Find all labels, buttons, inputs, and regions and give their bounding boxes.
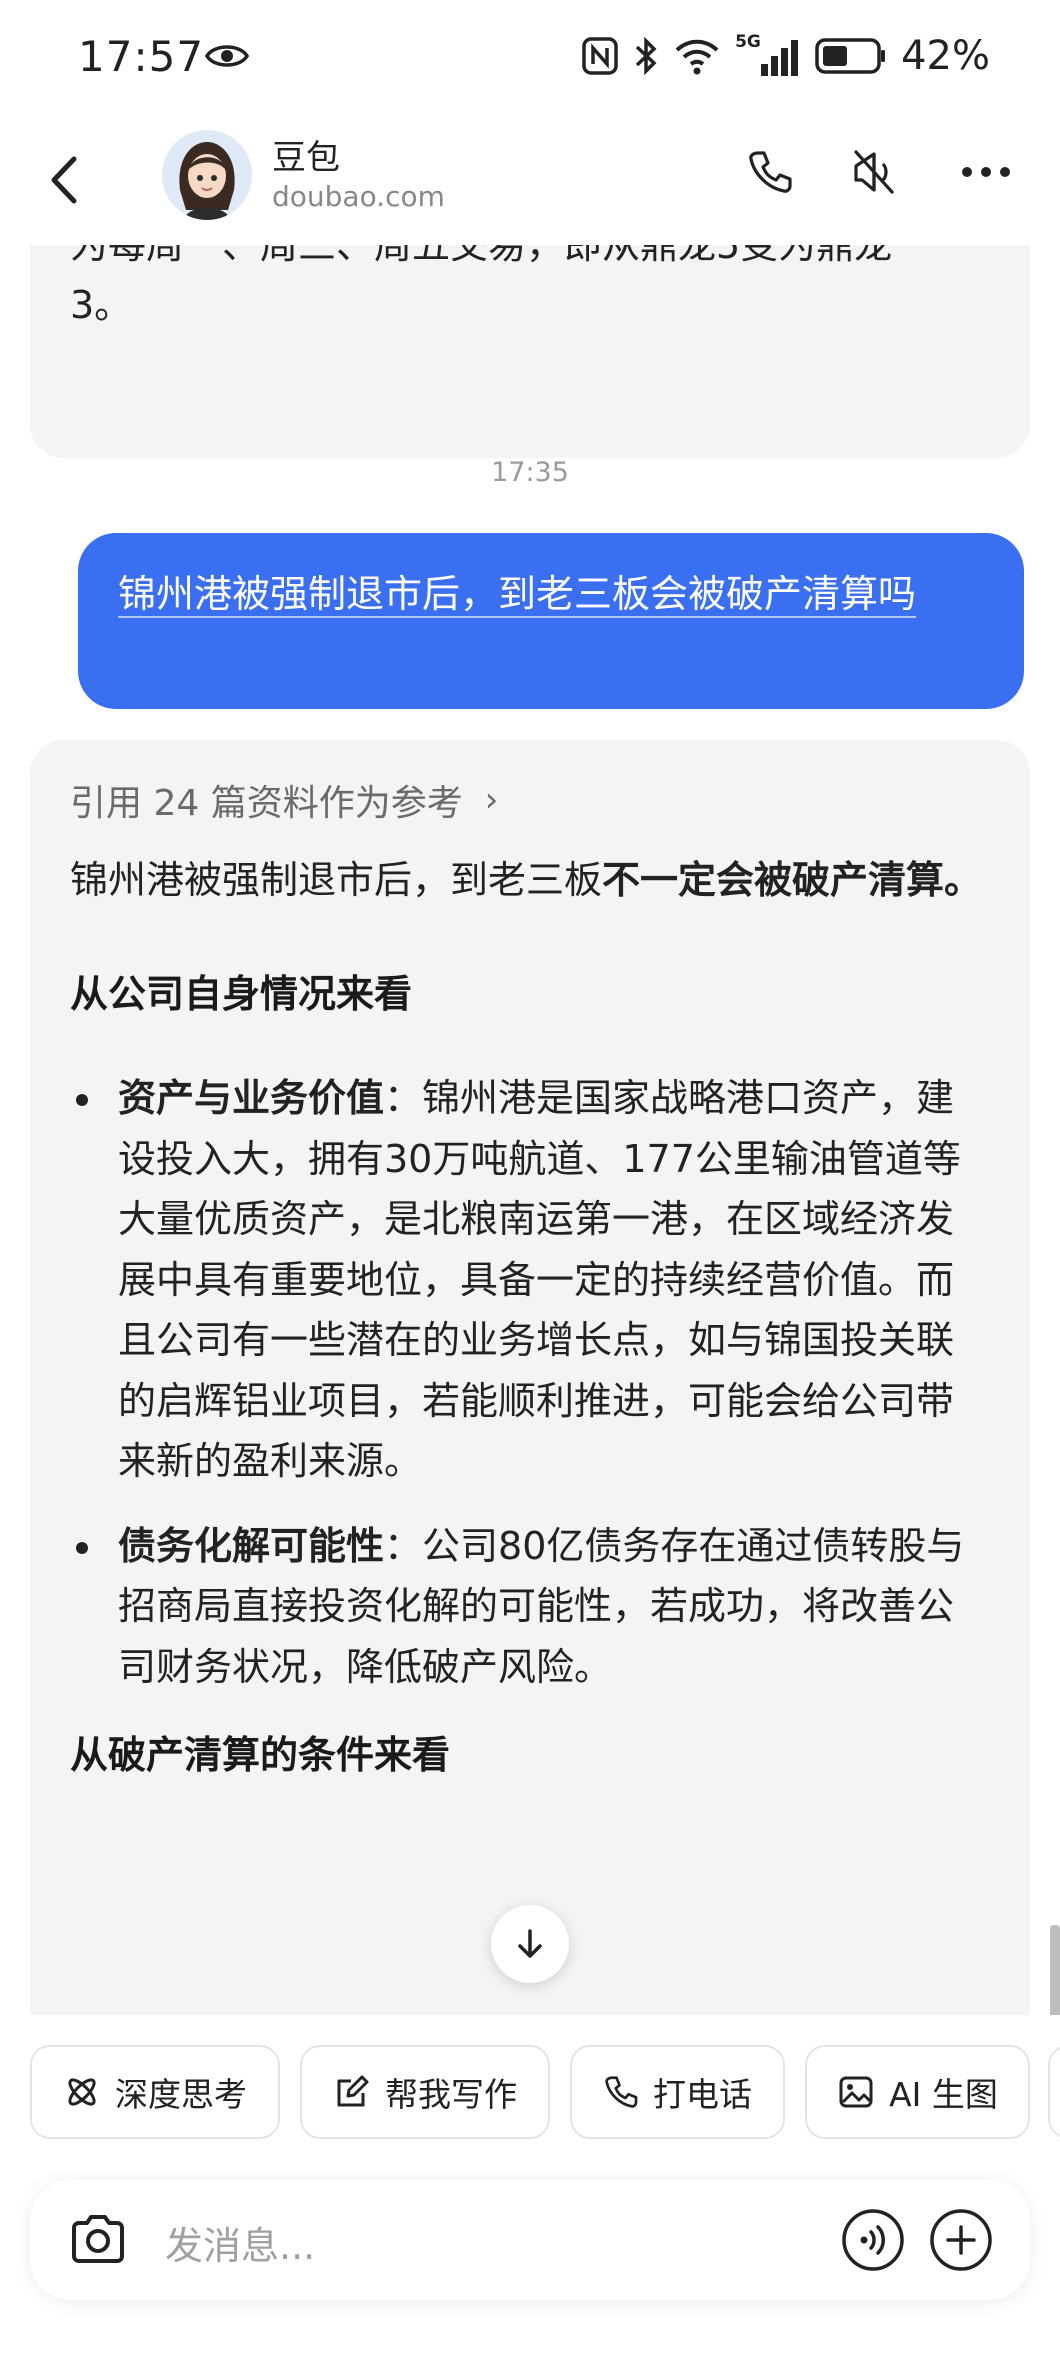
battery-icon bbox=[815, 38, 886, 74]
chat-header: 豆包 doubao.com bbox=[0, 110, 1060, 245]
message-timestamp: 17:35 bbox=[491, 457, 569, 488]
status-time: 17:57 bbox=[78, 32, 205, 81]
chip-label: 深度思考 bbox=[115, 2075, 247, 2114]
user-message-text: 锦州港被强制退市后，到老三板会被破产清算吗 bbox=[118, 572, 917, 618]
quick-actions: 深度思考 帮我写作 打电话 AI 生图 bbox=[0, 2045, 1060, 2141]
references-link[interactable]: 引用 24 篇资料作为参考 › bbox=[70, 770, 990, 830]
phone-icon bbox=[605, 2076, 638, 2108]
voice-icon[interactable] bbox=[840, 2207, 906, 2273]
wifi-icon bbox=[675, 39, 719, 75]
phone-call-button[interactable] bbox=[738, 140, 802, 204]
list-item: 债务化解可能性：公司80亿债务存在通过债转股与招商局直接投资化解的可能性，若成功… bbox=[70, 1516, 990, 1698]
deep-think-chip[interactable]: 深度思考 bbox=[30, 2045, 280, 2139]
bullet-text: ：锦州港是国家战略港口资产，建设投入大，拥有30万吨航道、177公里输油管道等大… bbox=[118, 1076, 961, 1483]
arrow-down-icon bbox=[518, 1929, 542, 1958]
previous-line-2: 3。 bbox=[70, 283, 133, 327]
camera-icon[interactable] bbox=[66, 2208, 130, 2272]
signal-icon: 5G bbox=[735, 32, 801, 78]
image-icon bbox=[839, 2076, 873, 2108]
scroll-to-bottom-button[interactable] bbox=[491, 1905, 569, 1983]
speaker-muted-icon bbox=[854, 150, 894, 194]
avatar-image bbox=[162, 130, 252, 220]
more-chip-partial[interactable] bbox=[1048, 2045, 1060, 2139]
references-text: 引用 24 篇资料作为参考 bbox=[70, 783, 463, 824]
eye-icon bbox=[204, 45, 250, 67]
answer-intro-plain: 锦州港被强制退市后，到老三板 bbox=[70, 858, 603, 902]
bot-domain: doubao.com bbox=[272, 180, 445, 213]
bullet-list: 资产与业务价值：锦州港是国家战略港口资产，建设投入大，拥有30万吨航道、177公… bbox=[70, 1068, 990, 1697]
answer-intro: 锦州港被强制退市后，到老三板不一定会被破产清算。 bbox=[70, 850, 990, 910]
message-input[interactable]: 发消息... bbox=[165, 2215, 315, 2270]
section-heading-2: 从破产清算的条件来看 bbox=[70, 1733, 451, 1777]
chip-label: AI 生图 bbox=[889, 2075, 998, 2114]
edit-icon bbox=[337, 2075, 369, 2107]
chevron-right-icon: › bbox=[484, 780, 499, 820]
deep-think-icon bbox=[68, 2078, 96, 2106]
ai-image-chip[interactable]: AI 生图 bbox=[805, 2045, 1030, 2139]
list-item: 资产与业务价值：锦州港是国家战略港口资产，建设投入大，拥有30万吨航道、177公… bbox=[70, 1068, 990, 1492]
bullet-title: 债务化解可能性 bbox=[118, 1523, 385, 1568]
more-icon bbox=[962, 167, 1010, 177]
scrollbar[interactable] bbox=[1050, 1925, 1060, 2015]
bullet-title: 资产与业务价值 bbox=[118, 1076, 385, 1120]
more-button[interactable] bbox=[954, 140, 1018, 204]
avatar[interactable] bbox=[162, 130, 252, 220]
status-bar: 17:57 5G 42% bbox=[0, 0, 1060, 110]
bluetooth-icon bbox=[635, 36, 657, 76]
phone-icon bbox=[749, 151, 792, 193]
chat-screen: 17:57 5G 42% 豆包 doubao.com 为每周一、周三、周五交易，… bbox=[0, 0, 1060, 2376]
back-icon[interactable] bbox=[40, 145, 90, 215]
answer-intro-bold: 不一定会被破产清算。 bbox=[602, 858, 983, 902]
chip-label: 帮我写作 bbox=[385, 2075, 517, 2114]
call-chip[interactable]: 打电话 bbox=[570, 2045, 785, 2139]
bot-name: 豆包 bbox=[272, 138, 340, 178]
mute-button[interactable] bbox=[842, 140, 906, 204]
message-input-bar: 发消息... bbox=[30, 2180, 1030, 2300]
battery-percent: 42% bbox=[901, 33, 990, 79]
user-message[interactable]: 锦州港被强制退市后，到老三板会被破产清算吗 bbox=[78, 533, 1024, 709]
writing-chip[interactable]: 帮我写作 bbox=[300, 2045, 550, 2139]
ai-message: 引用 24 篇资料作为参考 › 锦州港被强制退市后，到老三板不一定会被破产清算。… bbox=[30, 740, 1030, 2015]
status-icons: 5G 42% bbox=[581, 30, 990, 82]
previous-ai-message: 为每周一、周三、周五交易，即从鼎龙5变为鼎龙 3。 bbox=[30, 245, 1030, 458]
chip-label: 打电话 bbox=[653, 2075, 752, 2114]
section-heading-1: 从公司自身情况来看 bbox=[70, 972, 413, 1016]
previous-line-1: 为每周一、周三、周五交易，即从鼎龙5变为鼎龙 bbox=[70, 245, 893, 267]
chat-area[interactable]: 为每周一、周三、周五交易，即从鼎龙5变为鼎龙 3。 17:35 锦州港被强制退市… bbox=[0, 245, 1060, 2015]
plus-icon[interactable] bbox=[928, 2207, 994, 2273]
nfc-icon bbox=[582, 37, 618, 75]
